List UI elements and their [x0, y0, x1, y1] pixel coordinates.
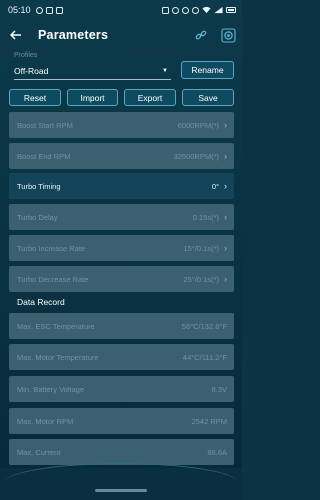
mail-icon: [55, 6, 63, 14]
app-header: Parameters: [0, 20, 242, 50]
param-value: 25°/0.1s(*): [183, 274, 219, 284]
link-button[interactable]: [193, 27, 209, 43]
record-value: 44°C/111.2°F: [182, 352, 227, 362]
record-row-max-current: Max. Current 88.6A: [9, 439, 234, 465]
param-value: 0°: [211, 181, 219, 191]
param-label: Turbo Timing: [17, 181, 61, 191]
record-value: 56°C/132.8°F: [181, 321, 227, 331]
home-indicator[interactable]: [95, 489, 147, 492]
record-row-max-motor-temperature: Max. Motor Temperature 44°C/111.2°F: [9, 344, 234, 370]
at-icon: [35, 6, 43, 14]
param-value: 15°/0.1s(*): [183, 243, 219, 253]
record-value: 2542 RPM: [191, 416, 227, 426]
param-row-turbo-delay[interactable]: Turbo Delay 0.15s(*) ›: [9, 204, 234, 230]
save-button[interactable]: Save: [182, 89, 234, 106]
status-time: 05:10: [8, 5, 31, 15]
status-bar: 05:10: [0, 0, 242, 20]
chevron-right-icon: ›: [224, 151, 227, 161]
param-label: Turbo Delay: [17, 212, 58, 222]
param-label: Turbo Increase Rate: [17, 243, 86, 253]
page-title: Parameters: [38, 28, 109, 42]
profiles-label: Profiles: [14, 52, 38, 59]
param-row-boost-end-rpm[interactable]: Boost End RPM 32500RPM(*) ›: [9, 143, 234, 169]
rename-button[interactable]: Rename: [181, 61, 234, 79]
param-row-turbo-decrease-rate[interactable]: Turbo Decrease Rate 25°/0.1s(*) ›: [9, 266, 234, 292]
param-label: Boost Start RPM: [17, 120, 73, 130]
param-label: Turbo Decrease Rate: [17, 274, 89, 284]
chevron-right-icon: ›: [224, 243, 227, 253]
record-row-min-battery-voltage: Min. Battery Voltage 8.3V: [9, 376, 234, 402]
profile-select[interactable]: Off-Road ▼: [14, 62, 171, 80]
record-row-max-esc-temperature: Max. ESC Temperature 56°C/132.8°F: [9, 313, 234, 339]
profile-selected-value: Off-Road: [14, 65, 49, 76]
image-icon: [45, 6, 53, 14]
chevron-right-icon: ›: [224, 212, 227, 222]
record-value: 8.3V: [211, 384, 227, 394]
signal-icon: [214, 6, 223, 14]
bottom-curve-decoration: [4, 463, 238, 483]
gear-icon: [220, 27, 236, 43]
mute-icon: [192, 6, 199, 14]
alarm-icon: [172, 6, 179, 14]
param-label: Boost End RPM: [17, 151, 71, 161]
reset-button[interactable]: Reset: [9, 89, 61, 106]
param-value: 6000RPM(*): [177, 120, 219, 130]
back-button[interactable]: [8, 27, 24, 43]
chevron-right-icon: ›: [224, 120, 227, 130]
record-label: Min. Battery Voltage: [17, 384, 85, 394]
battery-icon: [226, 7, 236, 13]
arrow-left-icon: [10, 30, 21, 40]
param-row-turbo-timing[interactable]: Turbo Timing 0° ›: [9, 173, 234, 199]
dropdown-caret-icon: ▼: [162, 67, 168, 74]
record-label: Max. ESC Temperature: [17, 321, 95, 331]
record-label: Max. Motor Temperature: [17, 352, 99, 362]
chevron-right-icon: ›: [224, 274, 227, 284]
record-row-max-motor-rpm: Max. Motor RPM 2542 RPM: [9, 408, 234, 434]
sim-icon: [162, 6, 169, 14]
wifi-icon: [202, 6, 211, 14]
data-record-title: Data Record: [17, 297, 65, 307]
param-row-turbo-increase-rate[interactable]: Turbo Increase Rate 15°/0.1s(*) ›: [9, 235, 234, 261]
record-label: Max. Motor RPM: [17, 416, 74, 426]
import-button[interactable]: Import: [67, 89, 118, 106]
param-value: 0.15s(*): [192, 212, 219, 222]
screen: 05:10 Parameters Profiles Off-Road ▼ Ren…: [0, 0, 242, 500]
record-label: Max. Current: [17, 447, 61, 457]
settings-button[interactable]: [220, 27, 236, 43]
param-row-boost-start-rpm[interactable]: Boost Start RPM 6000RPM(*) ›: [9, 112, 234, 138]
chevron-right-icon: ›: [224, 181, 227, 191]
bluetooth-icon: [182, 6, 189, 14]
param-value: 32500RPM(*): [173, 151, 219, 161]
record-value: 88.6A: [207, 447, 227, 457]
link-icon: [195, 30, 207, 40]
export-button[interactable]: Export: [124, 89, 176, 106]
